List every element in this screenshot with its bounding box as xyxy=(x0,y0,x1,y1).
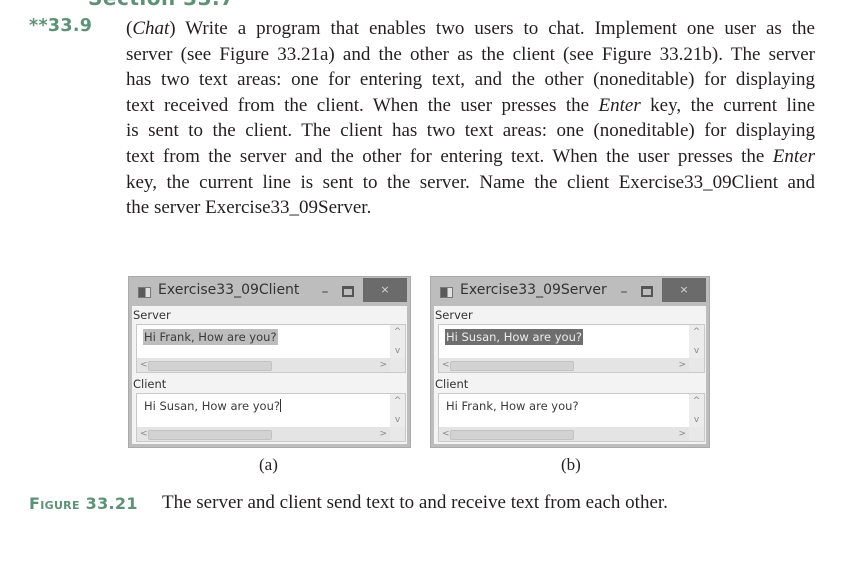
scroll-right-icon[interactable]: > xyxy=(678,428,686,440)
client-text-area[interactable]: Hi Susan, How are you? ^ v < > xyxy=(136,393,406,442)
figure-number: Figure 33.21 xyxy=(29,494,138,513)
scroll-left-icon[interactable]: < xyxy=(140,428,148,440)
maximize-button[interactable] xyxy=(342,286,354,297)
scroll-up-icon[interactable]: ^ xyxy=(392,327,403,337)
app-icon xyxy=(138,287,151,298)
scrollbar-thumb[interactable] xyxy=(450,361,574,371)
exercise-line: text from the server and the other for e… xyxy=(126,144,815,170)
text-fragment: key, the current line xyxy=(640,94,816,116)
client-label: Client xyxy=(435,377,469,391)
client-text: Hi Susan, How are you? xyxy=(143,398,282,414)
close-button[interactable]: × xyxy=(363,278,407,302)
text-area-viewport[interactable]: Hi Frank, How are you? xyxy=(439,394,689,427)
window-content: Server Hi Susan, How are you? ^ v < > Cl… xyxy=(434,306,706,444)
scrollbar-thumb[interactable] xyxy=(450,430,574,440)
italic-term: Chat xyxy=(132,18,170,39)
close-button[interactable]: × xyxy=(662,278,706,302)
scroll-down-icon[interactable]: v xyxy=(392,415,403,425)
client-text: Hi Frank, How are you? xyxy=(446,399,579,413)
minimize-button[interactable]: – xyxy=(317,284,333,300)
text-fragment: ) Write a program that enables two users… xyxy=(169,18,815,39)
horizontal-scrollbar[interactable]: < > xyxy=(439,358,689,372)
exercise-line: text received from the client. When the … xyxy=(126,93,815,119)
text-fragment: text received from the client. When the … xyxy=(126,94,599,116)
server-window: Exercise33_09Server – × Server Hi Susan,… xyxy=(430,276,710,448)
exercise-text: (Chat) Write a program that enables two … xyxy=(126,16,826,221)
scroll-down-icon[interactable]: v xyxy=(691,415,702,425)
scroll-down-icon[interactable]: v xyxy=(691,346,702,356)
scroll-up-icon[interactable]: ^ xyxy=(691,396,702,406)
scrollbar-thumb[interactable] xyxy=(148,430,272,440)
scroll-down-icon[interactable]: v xyxy=(392,346,403,356)
minimize-button[interactable]: – xyxy=(616,284,632,300)
client-label: Client xyxy=(133,377,167,391)
window-title: Exercise33_09Client xyxy=(158,282,300,298)
text-caret xyxy=(279,399,281,412)
client-text-value: Hi Susan, How are you? xyxy=(144,399,280,413)
text-fragment: text from the server and the other for e… xyxy=(126,145,773,167)
client-window: Exercise33_09Client – × Server Hi Frank,… xyxy=(128,276,411,448)
scroll-right-icon[interactable]: > xyxy=(379,428,387,440)
exercise-line: the server Exercise33_09Server. xyxy=(126,197,372,219)
exercise-line: has two text areas: one for entering tex… xyxy=(126,69,815,91)
exercise-number: **33.9 xyxy=(29,16,93,36)
window-content: Server Hi Frank, How are you? ^ v < > Cl… xyxy=(132,306,407,444)
exercise-line: server (see Figure 33.21a) and the other… xyxy=(126,43,815,65)
exercise-line: key, the current line is sent to the ser… xyxy=(126,171,815,193)
figure-caption: The server and client send text to and r… xyxy=(162,492,668,513)
scroll-up-icon[interactable]: ^ xyxy=(691,327,702,337)
text-area-viewport[interactable]: Hi Frank, How are you? xyxy=(137,325,390,358)
vertical-scrollbar[interactable]: ^ v xyxy=(390,394,405,427)
italic-term: Enter xyxy=(598,94,641,116)
server-text-area[interactable]: Hi Susan, How are you? ^ v < > xyxy=(438,324,705,373)
text-area-viewport[interactable]: Hi Susan, How are you? xyxy=(439,325,689,358)
scroll-up-icon[interactable]: ^ xyxy=(392,396,403,406)
vertical-scrollbar[interactable]: ^ v xyxy=(689,394,704,427)
app-icon xyxy=(440,287,453,298)
title-bar[interactable]: Exercise33_09Client – × xyxy=(129,277,410,306)
scroll-right-icon[interactable]: > xyxy=(678,359,686,371)
scroll-right-icon[interactable]: > xyxy=(379,359,387,371)
subfigure-label-a: (a) xyxy=(259,455,278,474)
section-heading: Section 33.7 xyxy=(88,0,235,10)
client-text-area[interactable]: Hi Frank, How are you? ^ v < > xyxy=(438,393,705,442)
server-label: Server xyxy=(133,308,171,322)
server-text: Hi Susan, How are you? xyxy=(445,329,583,345)
server-label: Server xyxy=(435,308,473,322)
server-text-area[interactable]: Hi Frank, How are you? ^ v < > xyxy=(136,324,406,373)
horizontal-scrollbar[interactable]: < > xyxy=(439,427,689,441)
italic-term: Enter xyxy=(772,145,815,167)
exercise-line: is sent to the client. The client has tw… xyxy=(126,120,815,142)
scroll-left-icon[interactable]: < xyxy=(140,359,148,371)
vertical-scrollbar[interactable]: ^ v xyxy=(689,325,704,358)
scroll-left-icon[interactable]: < xyxy=(442,359,450,371)
scrollbar-thumb[interactable] xyxy=(148,361,272,371)
text-area-viewport[interactable]: Hi Susan, How are you? xyxy=(137,394,390,427)
maximize-button[interactable] xyxy=(641,286,653,297)
subfigure-label-b: (b) xyxy=(561,455,581,474)
horizontal-scrollbar[interactable]: < > xyxy=(137,358,390,372)
title-bar[interactable]: Exercise33_09Server – × xyxy=(431,277,709,306)
vertical-scrollbar[interactable]: ^ v xyxy=(390,325,405,358)
exercise-line: (Chat) Write a program that enables two … xyxy=(126,16,815,42)
scroll-left-icon[interactable]: < xyxy=(442,428,450,440)
window-title: Exercise33_09Server xyxy=(460,282,607,298)
server-text: Hi Frank, How are you? xyxy=(143,329,278,345)
horizontal-scrollbar[interactable]: < > xyxy=(137,427,390,441)
